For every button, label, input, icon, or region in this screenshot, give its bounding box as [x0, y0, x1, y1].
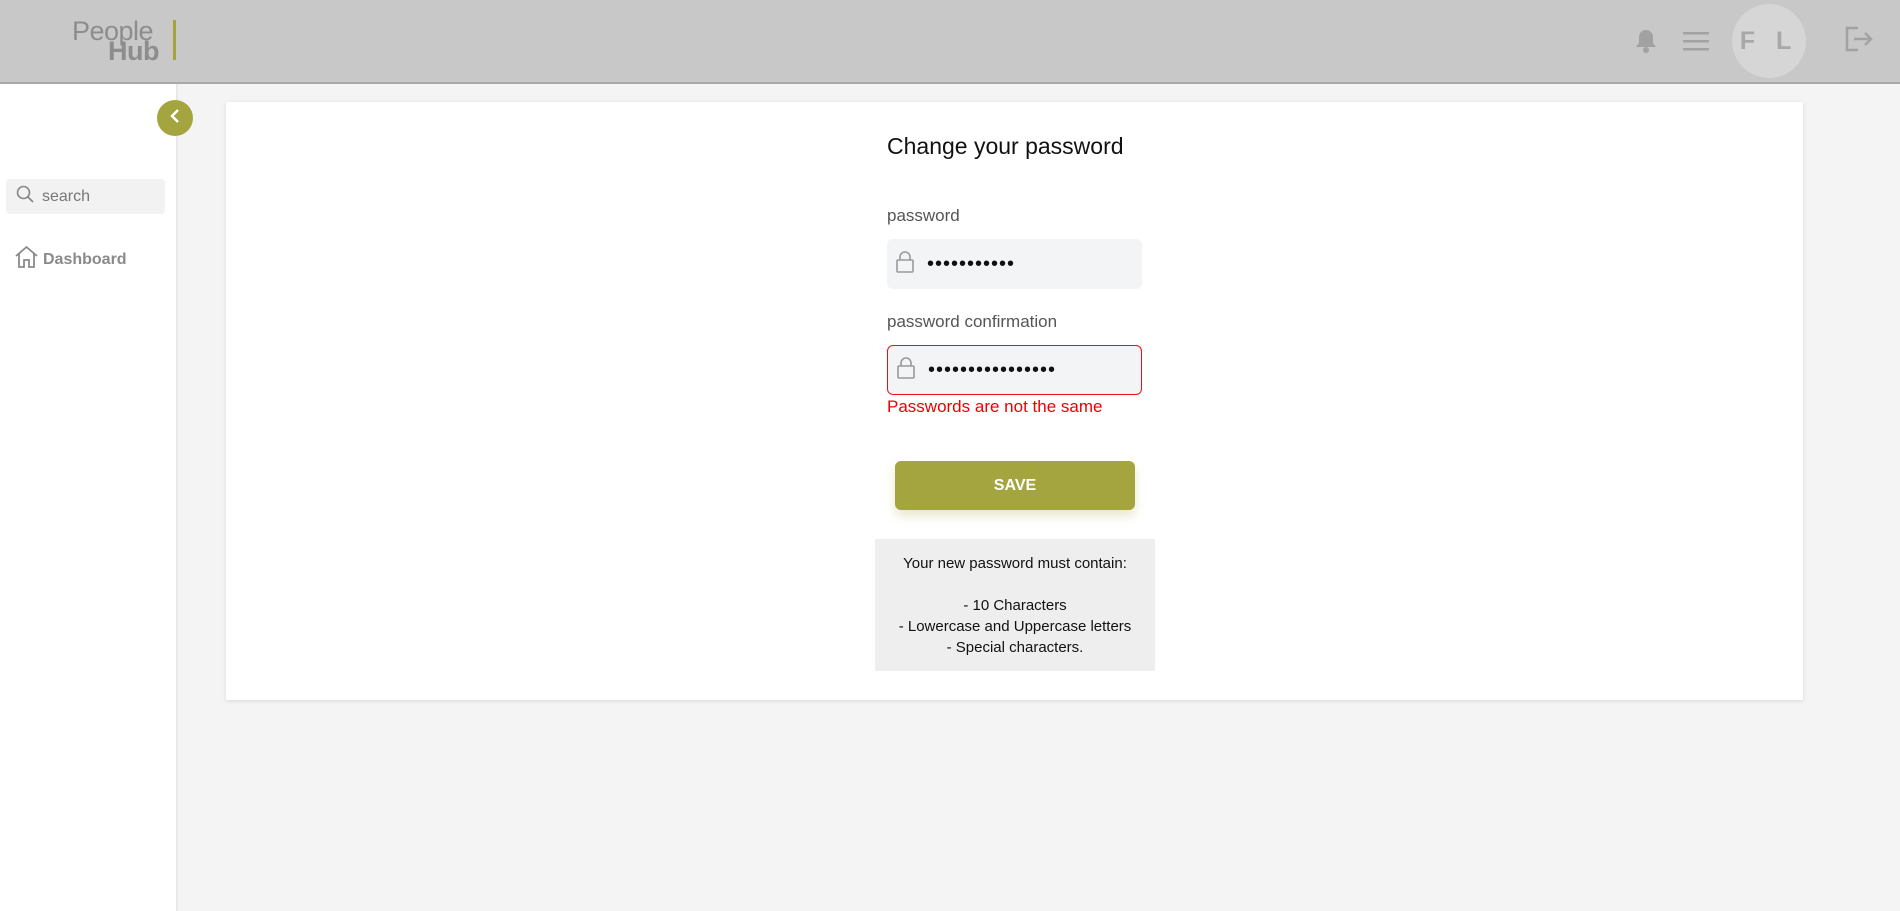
- people-hub-logo[interactable]: People Hub: [72, 16, 182, 66]
- logout-icon[interactable]: [1842, 22, 1876, 56]
- password-input[interactable]: [925, 251, 1129, 277]
- bell-icon[interactable]: [1631, 26, 1661, 56]
- password-requirements-box: Your new password must contain: - 10 Cha…: [875, 539, 1155, 671]
- password-confirmation-input[interactable]: [926, 357, 1130, 383]
- lock-icon: [896, 356, 916, 385]
- search-input[interactable]: [40, 186, 154, 207]
- password-confirmation-label: password confirmation: [887, 312, 1058, 331]
- sidebar: Dashboard: [0, 84, 178, 911]
- logo-accent-bar: [173, 20, 176, 60]
- password-field[interactable]: [887, 239, 1142, 289]
- password-label: password: [887, 206, 960, 225]
- save-button[interactable]: SAVE: [895, 461, 1135, 510]
- password-confirmation-field[interactable]: [887, 345, 1142, 395]
- requirement-item: - 10 Characters: [963, 597, 1067, 614]
- requirement-item: - Special characters.: [946, 639, 1084, 656]
- password-mismatch-error: Passwords are not the same: [887, 397, 1103, 416]
- lock-icon: [895, 250, 915, 279]
- page-title: Change your password: [887, 133, 1124, 159]
- search-icon: [16, 185, 34, 208]
- user-avatar[interactable]: F L: [1732, 4, 1806, 78]
- sidebar-item-label: Dashboard: [43, 250, 127, 268]
- menu-icon[interactable]: [1680, 26, 1712, 56]
- sidebar-item-dashboard[interactable]: Dashboard: [14, 245, 127, 274]
- requirement-item: - Lowercase and Uppercase letters: [898, 618, 1132, 635]
- home-icon: [14, 245, 39, 274]
- requirements-heading: Your new password must contain:: [903, 555, 1127, 572]
- collapse-sidebar-button[interactable]: [157, 100, 193, 136]
- chevron-left-icon: [168, 108, 182, 129]
- sidebar-search[interactable]: [6, 179, 165, 214]
- top-bar: People Hub F L: [0, 0, 1900, 84]
- logo-text-hub: Hub: [108, 36, 159, 66]
